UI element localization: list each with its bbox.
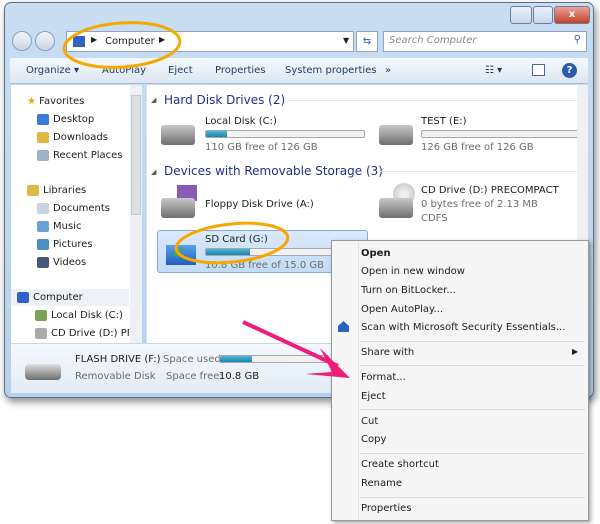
annotation-circle-address	[62, 21, 182, 69]
annotation-arrow-shaft	[242, 320, 339, 368]
annotation-circle-sd-card	[174, 221, 290, 265]
annotation-overlay	[62, 21, 350, 378]
